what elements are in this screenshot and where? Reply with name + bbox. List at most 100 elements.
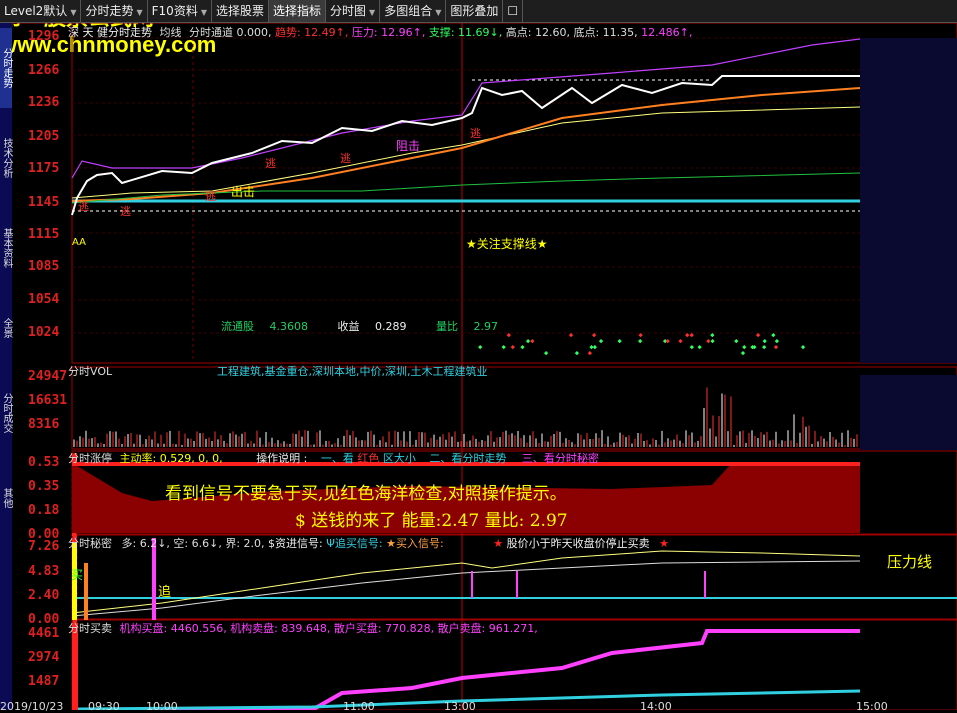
x-axis-label: 10:00	[146, 700, 178, 713]
checkbox-icon[interactable]: ☐	[503, 0, 523, 22]
attention-label: ★关注支撑线★	[466, 235, 548, 252]
chevron-down-icon: ▼	[136, 8, 142, 17]
signal-marker	[638, 333, 642, 337]
star-icon: ★	[659, 537, 669, 550]
signal-marker	[771, 333, 775, 337]
high-value: 高点: 12.60,	[506, 26, 570, 39]
signal-marker	[678, 339, 682, 343]
side-tab-3[interactable]: 全景	[0, 298, 12, 358]
duo-line	[72, 551, 860, 613]
toolbar-label: 分时图	[330, 4, 366, 18]
low-value: 底点: 11.35,	[573, 26, 637, 39]
toolbar-item-7[interactable]: 图形叠加	[446, 0, 503, 22]
y-tick-label: 1205	[28, 129, 66, 144]
chase-mark: 追	[158, 581, 171, 600]
secret-kong: 空: 6.6↓,	[173, 537, 221, 550]
side-tab-1[interactable]: 技术分析	[0, 118, 12, 198]
signal-marker	[599, 339, 603, 343]
zt-message-1: 看到信号不要急于买,见红色海洋检查,对照操作提示。	[165, 479, 567, 504]
y-tick-label: 1266	[28, 63, 66, 78]
signal-marker	[774, 345, 778, 349]
toolbar-item-0[interactable]: Level2默认 ▼	[0, 0, 81, 22]
signal-marker	[690, 333, 694, 337]
main-header: 深 天 健分时走势 均线 分时通道 0.000, 趋势: 12.49↑, 压力:…	[68, 24, 692, 40]
signal-marker	[502, 345, 506, 349]
toolbar-label: 选择股票	[216, 4, 264, 18]
escape-label: 逃	[78, 198, 89, 214]
side-tab-0[interactable]: 分时走势	[0, 28, 12, 108]
toolbar-label: 多图组合	[384, 4, 432, 18]
signal-marker	[685, 333, 689, 337]
signal-marker	[706, 339, 710, 343]
signal-marker	[618, 339, 622, 343]
signal-marker	[593, 345, 597, 349]
stats-row: 流通股 4.3608 收益 0.289 量比 2.97	[221, 318, 498, 334]
signal-marker	[520, 345, 524, 349]
signal-marker	[742, 345, 746, 349]
signal-marker	[756, 333, 760, 337]
toolbar-item-4[interactable]: 选择指标	[269, 0, 326, 22]
y-tick-label: 24947	[28, 369, 66, 384]
toolbar-item-6[interactable]: 多图组合 ▼	[380, 0, 446, 22]
y-tick-label: 4.83	[28, 564, 66, 579]
zt-op3: 三、看分时秘密	[522, 452, 599, 465]
chevron-down-icon: ▼	[435, 8, 441, 17]
channel-value: 分时通道 0.000,	[189, 26, 271, 39]
y-tick-label: 1054	[28, 292, 66, 307]
y-tick-label: 1145	[28, 195, 66, 210]
zt-op1: 一、看	[321, 452, 354, 465]
toolbar-item-5[interactable]: 分时图 ▼	[326, 0, 380, 22]
toolbar-item-1[interactable]: 分时走势 ▼	[81, 0, 147, 22]
future-area	[860, 38, 957, 363]
x-axis-label: 11:00	[343, 700, 375, 713]
y-tick-label: 1175	[28, 161, 66, 176]
side-tab-2[interactable]: 基本资料	[0, 208, 12, 288]
float-label: 流通股	[221, 320, 254, 333]
toolbar-label: Level2默认	[4, 4, 67, 18]
zt-op1c: 区大小	[383, 452, 416, 465]
signal-marker	[511, 345, 515, 349]
secret-fund: $资进信号:	[268, 537, 323, 550]
y-tick-label: 1236	[28, 95, 66, 110]
signal-marker	[638, 339, 642, 343]
signal-marker	[569, 333, 573, 337]
vr-value: 2.97	[474, 320, 499, 333]
y-tick-label: 16631	[28, 393, 66, 408]
buy-mark: 买	[71, 566, 83, 583]
side-tab-4[interactable]: 分时成交	[0, 368, 12, 458]
secret-title: 分时秘密	[68, 537, 112, 550]
escape-label: 逃	[120, 203, 131, 219]
resist-label: 阻击	[396, 137, 420, 154]
toolbar-item-3[interactable]: 选择股票	[212, 0, 269, 22]
kong-line	[72, 561, 860, 616]
vol-title: 分时VOL	[68, 363, 112, 379]
retail-buy: 散户买盘: 770.828,	[334, 622, 434, 635]
inst-buy: 机构买盘: 4460.556,	[120, 622, 227, 635]
zt-op1b: 红色	[357, 452, 379, 465]
x-axis-label: 09:30	[88, 700, 120, 713]
x-axis-label: 13:00	[444, 700, 476, 713]
support-value: 支撑: 11.69↓,	[429, 26, 502, 39]
side-tab-5[interactable]: 其他	[0, 478, 12, 518]
toolbar-item-2[interactable]: F10资料 ▼	[148, 0, 212, 22]
signal-marker	[775, 339, 779, 343]
signal-marker	[588, 351, 592, 355]
signal-bar	[72, 623, 78, 710]
y-tick-label: 4461	[28, 626, 66, 641]
signal-marker	[763, 339, 767, 343]
inst-buy-line	[78, 631, 860, 710]
secret-duo: 多: 6.2↓,	[122, 537, 170, 550]
toolbar-label: 图形叠加	[450, 4, 498, 18]
signal-marker	[575, 351, 579, 355]
y-tick-label: 1296	[28, 29, 66, 44]
y-tick-label: 7.26	[28, 539, 66, 554]
signal-marker	[710, 333, 714, 337]
signal-marker	[507, 333, 511, 337]
escape-label: 逃	[470, 125, 481, 141]
trend-value: 趋势: 12.49↑,	[275, 26, 348, 39]
escape-label: 逃	[205, 188, 216, 204]
inst-sell: 机构卖盘: 839.648,	[230, 622, 330, 635]
y-tick-label: 2.40	[28, 588, 66, 603]
star-icon: ★	[493, 537, 503, 550]
chevron-down-icon: ▼	[201, 8, 207, 17]
